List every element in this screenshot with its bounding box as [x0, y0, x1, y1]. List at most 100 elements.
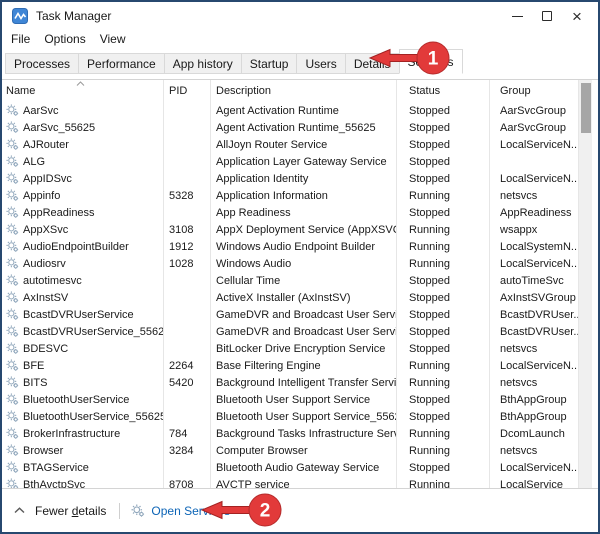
- service-status: Stopped: [396, 408, 489, 425]
- tab-processes[interactable]: Processes: [5, 53, 79, 74]
- service-status: Running: [396, 357, 489, 374]
- service-group: LocalServiceN...: [489, 459, 578, 476]
- task-manager-window: Task Manager × FileOptionsView Processes…: [0, 0, 600, 534]
- service-name: BcastDVRUserService_55625: [23, 326, 163, 338]
- service-status: Running: [396, 425, 489, 442]
- service-status: Stopped: [396, 323, 489, 340]
- service-pid: [163, 408, 210, 425]
- service-pid: 784: [163, 425, 210, 442]
- menu-item-options[interactable]: Options: [37, 32, 92, 46]
- service-status: Stopped: [396, 136, 489, 153]
- column-header-description[interactable]: Description: [210, 80, 396, 102]
- services-table: NamePIDDescriptionStatusGroup AarSvc Age…: [2, 79, 598, 489]
- tab-app-history[interactable]: App history: [164, 53, 242, 74]
- tab-services[interactable]: Services: [399, 49, 463, 74]
- tab-startup[interactable]: Startup: [241, 53, 298, 74]
- service-status: Stopped: [396, 119, 489, 136]
- service-name: BluetoothUserService: [23, 394, 129, 406]
- service-description: Background Tasks Infrastructure Serv...: [210, 425, 396, 442]
- table-row[interactable]: BcastDVRUserService_55625 GameDVR and Br…: [2, 323, 598, 340]
- service-gear-icon: [6, 325, 19, 338]
- service-status: Stopped: [396, 170, 489, 187]
- column-header-group[interactable]: Group: [489, 80, 578, 102]
- service-pid: 1028: [163, 255, 210, 272]
- table-row[interactable]: AarSvc_55625 Agent Activation Runtime_55…: [2, 119, 598, 136]
- service-name: AJRouter: [23, 139, 69, 151]
- vertical-scrollbar[interactable]: [578, 80, 592, 489]
- table-row[interactable]: Browser 3284 Computer Browser Running ne…: [2, 442, 598, 459]
- table-row[interactable]: AppReadiness App Readiness Stopped AppRe…: [2, 204, 598, 221]
- menu-item-file[interactable]: File: [11, 32, 37, 46]
- service-pid: [163, 323, 210, 340]
- service-group: autoTimeSvc: [489, 272, 578, 289]
- service-name: AarSvc_55625: [23, 122, 95, 134]
- fewer-details-button[interactable]: Fewer details: [14, 504, 106, 518]
- service-group: AppReadiness: [489, 204, 578, 221]
- tab-performance[interactable]: Performance: [78, 53, 165, 74]
- service-name: BrokerInfrastructure: [23, 428, 120, 440]
- table-row[interactable]: AppIDSvc Application Identity Stopped Lo…: [2, 170, 598, 187]
- service-group: AxInstSVGroup: [489, 289, 578, 306]
- tab-users[interactable]: Users: [296, 53, 345, 74]
- service-name: Browser: [23, 445, 63, 457]
- table-row[interactable]: Audiosrv 1028 Windows Audio Running Loca…: [2, 255, 598, 272]
- service-pid: [163, 306, 210, 323]
- service-description: GameDVR and Broadcast User Servic...: [210, 323, 396, 340]
- service-pid: [163, 340, 210, 357]
- table-row[interactable]: AarSvc Agent Activation Runtime Stopped …: [2, 102, 598, 119]
- service-description: Base Filtering Engine: [210, 357, 396, 374]
- footer-bar: Fewer details Open Services: [2, 489, 598, 532]
- table-row[interactable]: BITS 5420 Background Intelligent Transfe…: [2, 374, 598, 391]
- minimize-button[interactable]: [502, 3, 532, 29]
- service-group: BcastDVRUser...: [489, 323, 578, 340]
- table-row[interactable]: AppXSvc 3108 AppX Deployment Service (Ap…: [2, 221, 598, 238]
- service-name: BDESVC: [23, 343, 68, 355]
- service-group: BthAppGroup: [489, 408, 578, 425]
- footer-divider: [119, 503, 120, 519]
- table-row[interactable]: autotimesvc Cellular Time Stopped autoTi…: [2, 272, 598, 289]
- service-gear-icon: [6, 393, 19, 406]
- table-row[interactable]: BluetoothUserService Bluetooth User Supp…: [2, 391, 598, 408]
- service-description: AVCTP service: [210, 476, 396, 489]
- service-gear-icon: [6, 478, 19, 489]
- service-status: Stopped: [396, 272, 489, 289]
- service-description: Windows Audio Endpoint Builder: [210, 238, 396, 255]
- column-header-status[interactable]: Status: [396, 80, 489, 102]
- table-row[interactable]: BcastDVRUserService GameDVR and Broadcas…: [2, 306, 598, 323]
- service-gear-icon: [6, 274, 19, 287]
- service-status: Running: [396, 476, 489, 489]
- table-row[interactable]: BthAvctpSvc 8708 AVCTP service Running L…: [2, 476, 598, 489]
- maximize-button[interactable]: [532, 3, 562, 29]
- table-row[interactable]: AudioEndpointBuilder 1912 Windows Audio …: [2, 238, 598, 255]
- service-name: Appinfo: [23, 190, 60, 202]
- scrollbar-thumb[interactable]: [581, 83, 591, 133]
- tab-details[interactable]: Details: [345, 53, 400, 74]
- table-row[interactable]: BDESVC BitLocker Drive Encryption Servic…: [2, 340, 598, 357]
- service-gear-icon: [6, 172, 19, 185]
- service-name: autotimesvc: [23, 275, 82, 287]
- service-status: Stopped: [396, 306, 489, 323]
- column-header-pid[interactable]: PID: [163, 80, 210, 102]
- table-row[interactable]: ALG Application Layer Gateway Service St…: [2, 153, 598, 170]
- service-group: LocalServiceN...: [489, 136, 578, 153]
- service-name: BTAGService: [23, 462, 89, 474]
- service-group: LocalServiceN...: [489, 170, 578, 187]
- service-gear-icon: [6, 342, 19, 355]
- services-gear-icon: [131, 504, 145, 518]
- table-row[interactable]: BluetoothUserService_55625 Bluetooth Use…: [2, 408, 598, 425]
- table-row[interactable]: BFE 2264 Base Filtering Engine Running L…: [2, 357, 598, 374]
- minimize-icon: [512, 16, 523, 17]
- table-row[interactable]: BTAGService Bluetooth Audio Gateway Serv…: [2, 459, 598, 476]
- service-name: BFE: [23, 360, 44, 372]
- open-services-button[interactable]: Open Services: [131, 504, 230, 518]
- table-row[interactable]: AJRouter AllJoyn Router Service Stopped …: [2, 136, 598, 153]
- service-status: Stopped: [396, 391, 489, 408]
- table-row[interactable]: BrokerInfrastructure 784 Background Task…: [2, 425, 598, 442]
- table-row[interactable]: Appinfo 5328 Application Information Run…: [2, 187, 598, 204]
- service-name: BcastDVRUserService: [23, 309, 134, 321]
- service-name: BITS: [23, 377, 47, 389]
- table-row[interactable]: AxInstSV ActiveX Installer (AxInstSV) St…: [2, 289, 598, 306]
- window-title: Task Manager: [36, 9, 111, 23]
- menu-item-view[interactable]: View: [93, 32, 133, 46]
- close-button[interactable]: ×: [562, 3, 592, 29]
